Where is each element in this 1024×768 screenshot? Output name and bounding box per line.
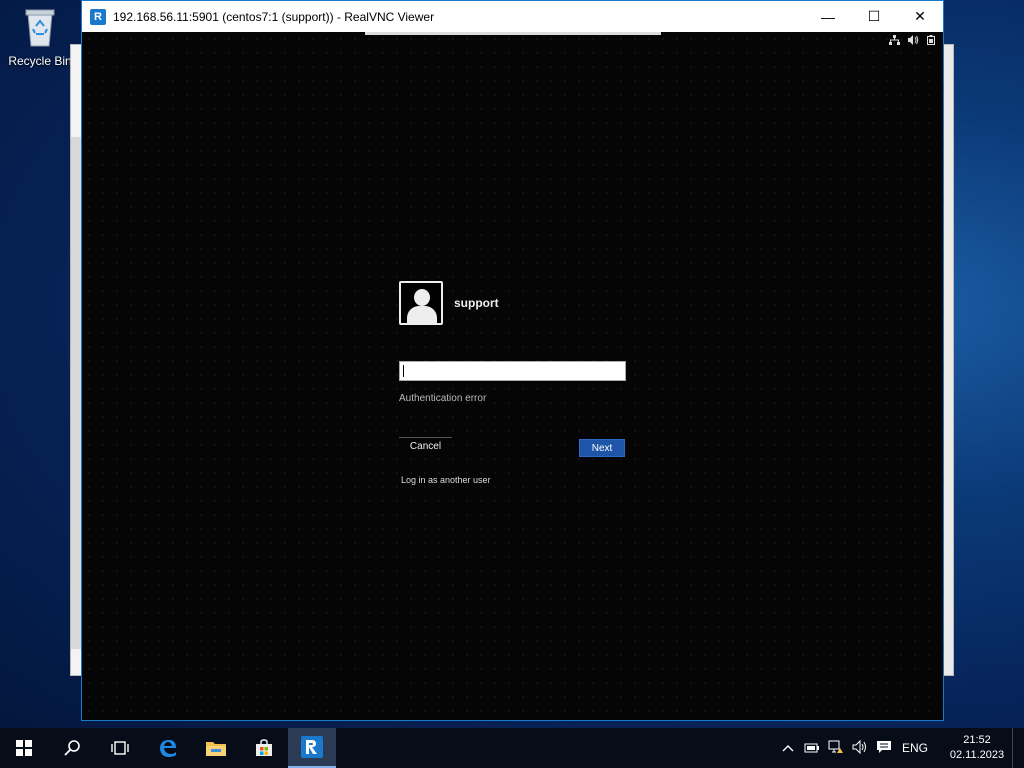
recycle-bin-icon — [22, 6, 58, 48]
close-button[interactable]: ✕ — [897, 1, 943, 32]
realvnc-icon — [301, 736, 323, 758]
start-icon — [16, 740, 32, 756]
search-button[interactable] — [48, 728, 96, 768]
battery-tray-icon[interactable] — [800, 741, 824, 756]
taskbar-clock[interactable]: 21:52 02.11.2023 — [942, 733, 1012, 763]
battery-icon[interactable] — [927, 35, 935, 48]
action-center-icon[interactable] — [872, 740, 896, 757]
realvnc-taskbar-button[interactable] — [288, 728, 336, 768]
minimize-button[interactable]: — — [805, 1, 851, 32]
file-explorer-button[interactable] — [192, 728, 240, 768]
username-label: support — [454, 296, 499, 310]
start-button[interactable] — [0, 728, 48, 768]
login-another-user-link[interactable]: Log in as another user — [401, 475, 491, 485]
vnc-titlebar[interactable]: R 192.168.56.11:5901 (centos7:1 (support… — [82, 1, 943, 32]
vnc-viewer-window[interactable]: R 192.168.56.11:5901 (centos7:1 (support… — [81, 0, 944, 721]
edge-icon — [160, 740, 176, 757]
window-title: 192.168.56.11:5901 (centos7:1 (support))… — [113, 9, 435, 24]
store-icon — [256, 739, 272, 756]
recycle-bin-shortcut[interactable]: Recycle Bin — [4, 6, 76, 76]
show-hidden-icons-icon[interactable] — [776, 741, 800, 755]
task-view-button[interactable] — [96, 728, 144, 768]
auth-error-message: Authentication error — [399, 393, 487, 404]
user-avatar-icon — [399, 281, 443, 325]
edge-button[interactable] — [144, 728, 192, 768]
taskbar: ENG 21:52 02.11.2023 — [0, 728, 1024, 768]
network-tray-icon[interactable] — [824, 740, 848, 757]
remote-top-bar — [365, 32, 661, 35]
realvnc-app-icon[interactable]: R — [90, 8, 106, 25]
store-button[interactable] — [240, 728, 288, 768]
show-desktop-button[interactable] — [1012, 728, 1024, 768]
clock-date: 02.11.2023 — [949, 749, 1005, 761]
password-input[interactable] — [399, 361, 626, 381]
text-cursor — [403, 365, 404, 377]
remote-desktop-screen[interactable]: support Authentication error Cancel Next… — [82, 32, 943, 720]
recycle-bin-label: Recycle Bin — [8, 54, 72, 68]
clock-time: 21:52 — [963, 734, 991, 746]
network-icon[interactable] — [889, 35, 900, 48]
next-button[interactable]: Next — [579, 439, 625, 457]
cancel-button[interactable]: Cancel — [399, 437, 452, 455]
system-tray: ENG 21:52 02.11.2023 — [776, 728, 1024, 768]
volume-icon[interactable] — [908, 35, 919, 48]
search-icon — [64, 740, 80, 756]
login-panel: support Authentication error Cancel Next… — [399, 281, 627, 485]
volume-tray-icon[interactable] — [848, 739, 872, 757]
maximize-button[interactable]: ☐ — [851, 1, 897, 32]
task-view-icon — [111, 741, 129, 755]
input-language-indicator[interactable]: ENG — [902, 741, 928, 755]
file-explorer-icon — [206, 742, 226, 756]
